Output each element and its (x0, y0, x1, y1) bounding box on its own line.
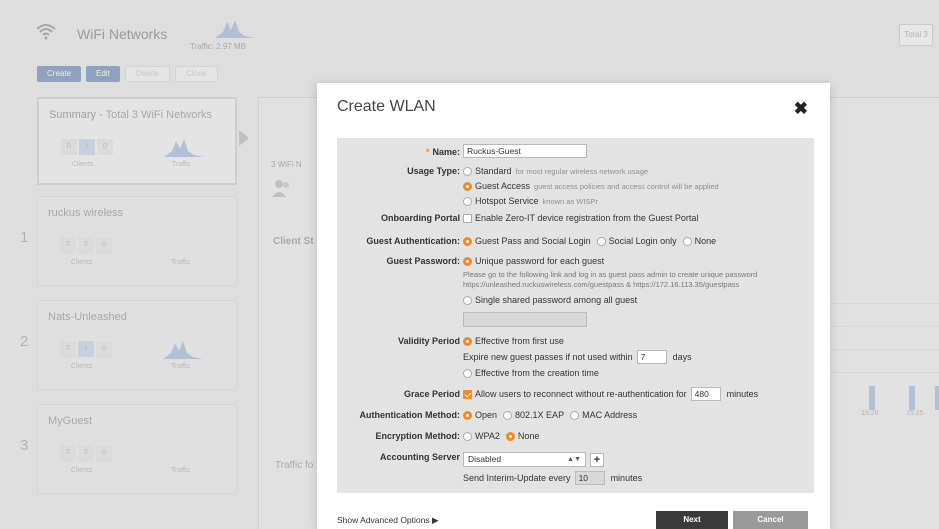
add-server-button[interactable]: + (590, 452, 604, 467)
radio-icon[interactable] (682, 236, 692, 246)
onboarding-portal-label: Onboarding Portal (380, 213, 460, 223)
usage-type-hotspot[interactable]: Hotspot Service known as WISPr (463, 196, 598, 206)
radio-selected-icon (463, 256, 472, 266)
wlan-form: *Name: Usage Type: Standard for most reg… (337, 138, 814, 493)
grace-period-text: Allow users to reconnect without re-auth… (475, 389, 687, 399)
guest-authentication-options: Guest Pass and Social Login Social Login… (463, 236, 716, 246)
auth-open-option[interactable]: Open (475, 410, 497, 420)
expire-unit: days (672, 352, 692, 362)
grace-unit: minutes (726, 389, 759, 399)
dialog-title: Create WLAN (337, 98, 436, 115)
name-input[interactable] (463, 144, 587, 158)
grace-period-label: Grace Period (403, 389, 460, 399)
expire-text: Expire new guest passes if not used with… (463, 352, 633, 362)
grace-period-checkbox[interactable] (463, 389, 472, 399)
radio-selected-icon (463, 181, 472, 191)
encryption-none-option[interactable]: None (518, 431, 540, 441)
radio-selected-icon (463, 336, 472, 346)
guest-pass-info-line1: Please go to the following link and log … (463, 270, 758, 279)
unique-password-option[interactable]: Unique password for each guest (463, 256, 604, 266)
accounting-server-label: Accounting Server (379, 452, 460, 462)
usage-type-label: Usage Type: (407, 166, 460, 176)
radio-icon[interactable] (463, 431, 472, 441)
shared-password-input[interactable] (463, 312, 587, 327)
show-advanced-options-link[interactable]: Show Advanced Options ▶ (337, 515, 439, 526)
interim-update-text: Send Interim-Update every (463, 473, 571, 483)
guest-password-label: Guest Password: (386, 256, 460, 266)
guest-authentication-label: Guest Authentication: (366, 236, 460, 246)
effective-creation-option[interactable]: Effective from the creation time (463, 368, 599, 378)
close-icon[interactable]: ✖ (794, 99, 808, 119)
radio-icon[interactable] (570, 410, 580, 420)
encryption-method-label: Encryption Method: (375, 431, 461, 441)
cancel-button[interactable]: Cancel (733, 511, 808, 529)
auth-mac-option[interactable]: MAC Address (582, 410, 637, 420)
select-arrows-icon: ▲▼ (567, 456, 581, 463)
onboarding-portal-checkbox[interactable]: Enable Zero-IT device registration from … (463, 213, 698, 223)
none-option[interactable]: None (695, 236, 717, 246)
shared-password-option[interactable]: Single shared password among all guest (463, 295, 637, 305)
validity-period-label: Validity Period (397, 336, 460, 346)
expire-days-input[interactable] (636, 350, 667, 364)
effective-first-use-option[interactable]: Effective from first use (463, 336, 564, 346)
authentication-method-options: Open 802.1X EAP MAC Address (463, 410, 637, 420)
interim-minutes-input[interactable] (574, 471, 605, 485)
radio-selected-icon[interactable] (463, 236, 472, 246)
guest-pass-social-option[interactable]: Guest Pass and Social Login (475, 236, 591, 246)
social-login-only-option[interactable]: Social Login only (609, 236, 677, 246)
next-button[interactable]: Next (656, 511, 728, 529)
radio-icon (463, 166, 472, 176)
guest-pass-info-line2: https://unleashed.ruckuswireless.com/gue… (463, 280, 740, 289)
auth-8021x-option[interactable]: 802.1X EAP (515, 410, 564, 420)
interim-unit: minutes (610, 473, 643, 483)
radio-icon (463, 368, 472, 378)
required-marker: * (425, 147, 430, 157)
authentication-method-label: Authentication Method: (359, 410, 461, 420)
radio-icon (463, 295, 472, 305)
radio-icon[interactable] (503, 410, 513, 420)
encryption-wpa2-option[interactable]: WPA2 (475, 431, 500, 441)
encryption-method-options: WPA2 None (463, 431, 539, 441)
name-label: Name: (432, 147, 460, 157)
grace-minutes-input[interactable] (690, 387, 721, 401)
radio-selected-icon[interactable] (463, 410, 472, 420)
radio-icon[interactable] (596, 236, 606, 246)
checkbox-icon (463, 213, 472, 223)
usage-type-standard[interactable]: Standard for most regular wireless netwo… (463, 166, 648, 176)
radio-selected-icon[interactable] (505, 431, 515, 441)
usage-type-guest-access[interactable]: Guest Access guest access policies and a… (463, 181, 719, 191)
accounting-server-select[interactable]: Disabled ▲▼ (463, 452, 586, 467)
create-wlan-dialog: Create WLAN ✖ *Name: Usage Type: Standar… (317, 83, 830, 529)
radio-icon (463, 196, 472, 206)
